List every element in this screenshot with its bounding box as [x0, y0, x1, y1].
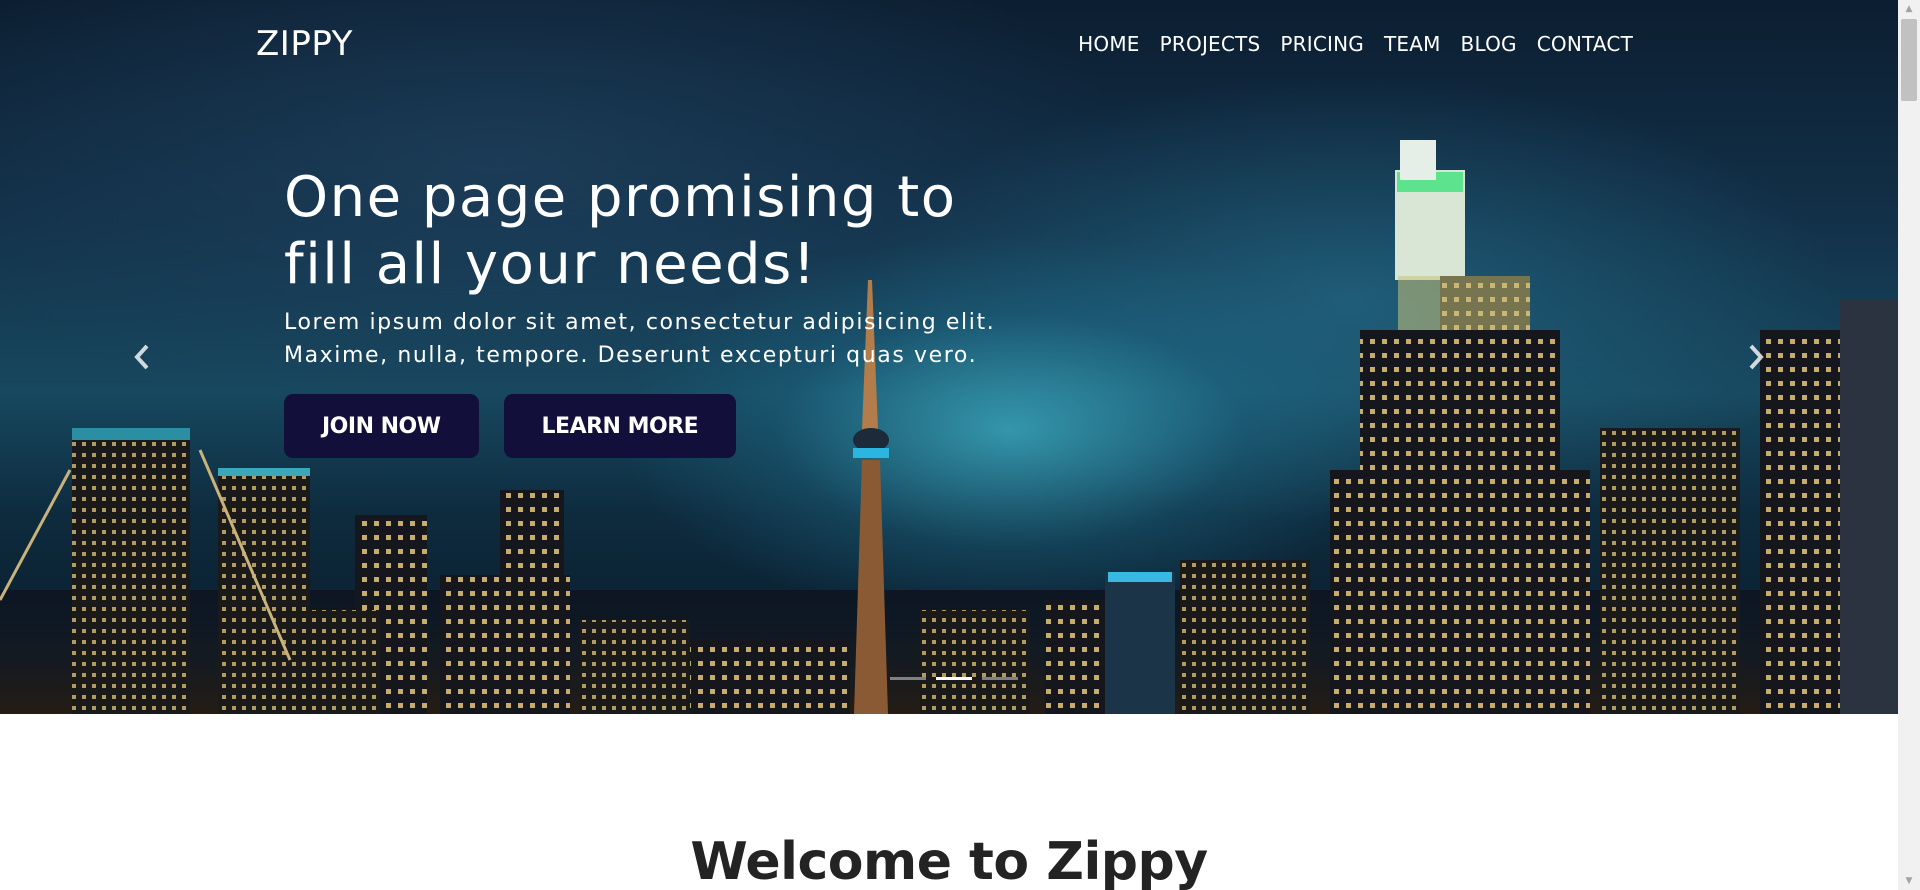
welcome-title: Welcome to Zippy: [690, 832, 1208, 890]
nav-item: CONTACT: [1537, 32, 1633, 56]
hero-carousel: ZIPPY HOME PROJECTS PRICING TEAM BLOG CO…: [0, 0, 1898, 714]
hero-button-group: JOIN NOW LEARN MORE: [284, 394, 1024, 458]
hero-lead-text: Lorem ipsum dolor sit amet, consectetur …: [284, 310, 996, 368]
chevron-left-icon: [133, 340, 151, 380]
hero-headline: One page promising to fill all your need…: [284, 165, 957, 297]
nav-link-pricing[interactable]: PRICING: [1280, 32, 1364, 56]
chevron-right-icon: [1747, 340, 1765, 380]
scroll-down-arrow-icon[interactable]: ▼: [1898, 872, 1920, 890]
nav-item: BLOG: [1461, 32, 1517, 56]
carousel-indicators: [890, 677, 1018, 680]
page-scrollbar[interactable]: ▲ ▼: [1898, 0, 1920, 890]
learn-more-button[interactable]: LEARN MORE: [503, 394, 737, 458]
carousel-indicator[interactable]: [982, 677, 1018, 680]
hero-caption: One page promising to fill all your need…: [284, 164, 1024, 458]
nav-link-team[interactable]: TEAM: [1384, 32, 1441, 56]
scroll-up-arrow-icon[interactable]: ▲: [1898, 0, 1920, 18]
nav-item: TEAM: [1384, 32, 1441, 56]
carousel-indicator[interactable]: [890, 677, 926, 680]
nav-link-projects[interactable]: PROJECTS: [1160, 32, 1261, 56]
page: ZIPPY HOME PROJECTS PRICING TEAM BLOG CO…: [0, 0, 1898, 890]
carousel-prev-button[interactable]: [122, 340, 162, 380]
main-navbar: ZIPPY HOME PROJECTS PRICING TEAM BLOG CO…: [0, 0, 1898, 88]
nav-link-home[interactable]: HOME: [1078, 32, 1139, 56]
nav-links: HOME PROJECTS PRICING TEAM BLOG CONTACT: [1078, 32, 1633, 56]
nav-item: PRICING: [1280, 32, 1364, 56]
nav-link-blog[interactable]: BLOG: [1461, 32, 1517, 56]
carousel-indicator-active[interactable]: [936, 677, 972, 680]
brand-logo[interactable]: ZIPPY: [256, 24, 353, 64]
nav-link-contact[interactable]: CONTACT: [1537, 32, 1633, 56]
nav-item: PROJECTS: [1160, 32, 1261, 56]
carousel-next-button[interactable]: [1736, 340, 1776, 380]
join-now-button[interactable]: JOIN NOW: [284, 394, 479, 458]
scrollbar-thumb[interactable]: [1901, 19, 1917, 101]
nav-item: HOME: [1078, 32, 1139, 56]
